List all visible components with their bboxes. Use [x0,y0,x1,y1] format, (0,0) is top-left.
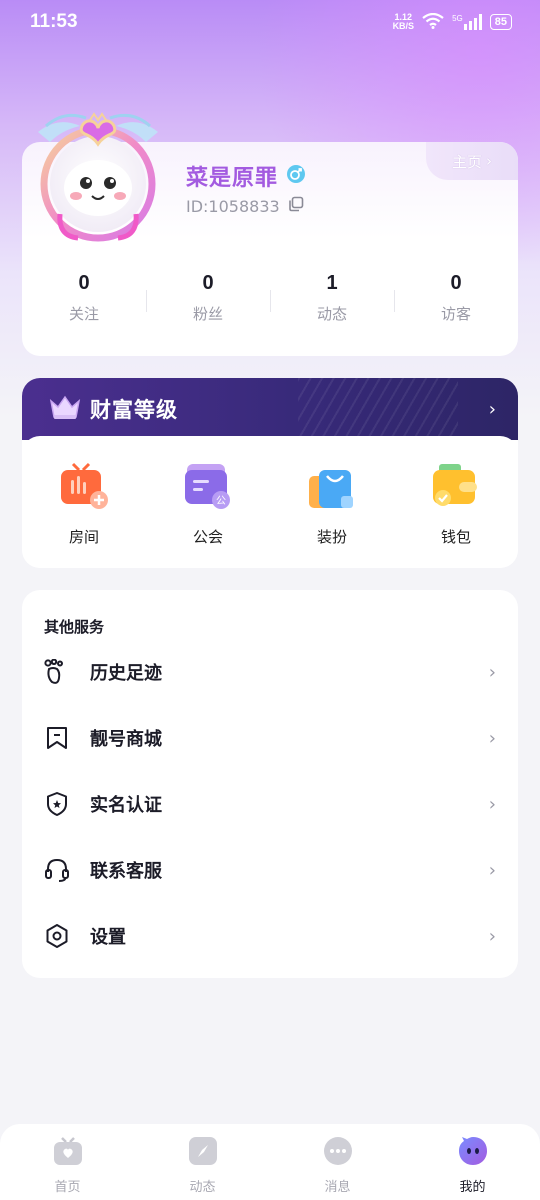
service-real-name-verification[interactable]: 实名认证 › [22,776,518,832]
svg-text:公: 公 [216,496,226,507]
stat-label: 动态 [316,305,347,323]
avatar[interactable] [28,96,168,256]
dress-up-icon [307,462,357,514]
home-tv-icon [53,1136,83,1170]
feature-room[interactable]: 房间 [22,462,146,568]
copy-icon[interactable] [288,196,304,216]
stat-value: 0 [202,272,214,294]
feature-grid: 房间 公 公会 装扮 钱包 [22,436,518,568]
stat-value: 1 [326,272,338,294]
service-vip-number-mall[interactable]: 靓号商城 › [22,710,518,766]
wealth-card: 财富等级 › 房间 公 公会 装扮 钱包 [22,378,518,568]
chevron-right-icon: › [488,398,496,420]
services-title: 其他服务 [44,618,105,636]
nickname: 菜是原罪 [186,166,279,191]
tab-label: 动态 [189,1180,216,1195]
nickname-row: 菜是原罪 [186,160,306,192]
home-page-label: 主页 [451,152,482,171]
service-label: 历史足迹 [90,663,162,684]
feature-label: 钱包 [440,528,471,546]
chevron-right-icon: › [488,859,496,881]
stat-following[interactable]: 0 关注 [22,272,146,334]
home-page-button[interactable]: 主页 › [426,142,518,180]
stat-value: 0 [78,272,90,294]
tab-label: 我的 [459,1180,486,1195]
guild-icon: 公 [183,462,233,514]
crown-icon [48,393,82,425]
footprint-icon [44,659,70,685]
profile-stats: 0 关注 0 粉丝 1 动态 0 访客 [22,272,518,334]
feature-label: 房间 [68,528,99,546]
status-bar: 11:53 1.12 KB/S 5G 85 [0,0,540,44]
wealth-level-header[interactable]: 财富等级 › [22,378,518,440]
wealth-title: 财富等级 [90,398,178,422]
avatar-frame-icon [38,112,158,242]
feature-label: 装扮 [316,528,347,546]
tab-me[interactable]: 我的 [405,1124,540,1200]
tab-moments[interactable]: 动态 [135,1124,270,1200]
feature-guild[interactable]: 公 公会 [146,462,270,568]
compass-icon [188,1136,218,1170]
stat-label: 关注 [68,305,99,323]
user-id-row: ID:1058833 [186,196,304,216]
tab-messages[interactable]: 消息 [270,1124,405,1200]
user-id: ID:1058833 [186,196,280,216]
wifi-icon [422,12,444,32]
settings-icon [44,923,70,949]
tab-home[interactable]: 首页 [0,1124,135,1200]
stat-label: 粉丝 [192,305,223,323]
gender-male-icon [286,164,306,188]
bookmark-icon [44,725,70,751]
bottom-tab-bar: 首页 动态 消息 我的 [0,1124,540,1200]
service-customer-support[interactable]: 联系客服 › [22,842,518,898]
service-label: 联系客服 [90,861,162,882]
chat-icon [323,1136,353,1170]
chevron-right-icon: › [488,793,496,815]
battery-indicator: 85 [489,14,512,30]
signal-label: 5G [452,14,463,23]
feature-dress-up[interactable]: 装扮 [270,462,394,568]
service-label: 实名认证 [90,795,162,816]
headset-icon [44,857,70,883]
chevron-right-icon: › [488,925,496,947]
network-speed: 1.12 KB/S [393,13,415,31]
tab-label: 首页 [54,1180,81,1195]
status-indicators: 1.12 KB/S 5G 85 [393,12,512,32]
status-time: 11:53 [30,11,78,32]
stat-visitors[interactable]: 0 访客 [394,272,518,334]
tab-label: 消息 [324,1180,351,1195]
network-speed-unit: KB/S [392,21,415,31]
signal-icon: 5G [452,14,482,30]
chevron-right-icon: › [488,661,496,683]
stat-fans[interactable]: 0 粉丝 [146,272,270,334]
service-history[interactable]: 历史足迹 › [22,644,518,700]
service-label: 靓号商城 [90,729,162,750]
feature-label: 公会 [192,528,223,546]
chevron-right-icon: › [486,152,492,170]
stat-posts[interactable]: 1 动态 [270,272,394,334]
chevron-right-icon: › [488,727,496,749]
room-icon [59,462,109,514]
service-label: 设置 [90,927,126,948]
feature-wallet[interactable]: 钱包 [394,462,518,568]
me-icon [458,1136,488,1170]
stat-label: 访客 [440,305,471,323]
wallet-icon [431,462,481,514]
service-settings[interactable]: 设置 › [22,908,518,964]
stat-value: 0 [450,272,462,294]
shield-icon [44,791,70,817]
services-card: 其他服务 历史足迹 › 靓号商城 › 实名认证 › 联系客服 › 设置 › [22,590,518,978]
